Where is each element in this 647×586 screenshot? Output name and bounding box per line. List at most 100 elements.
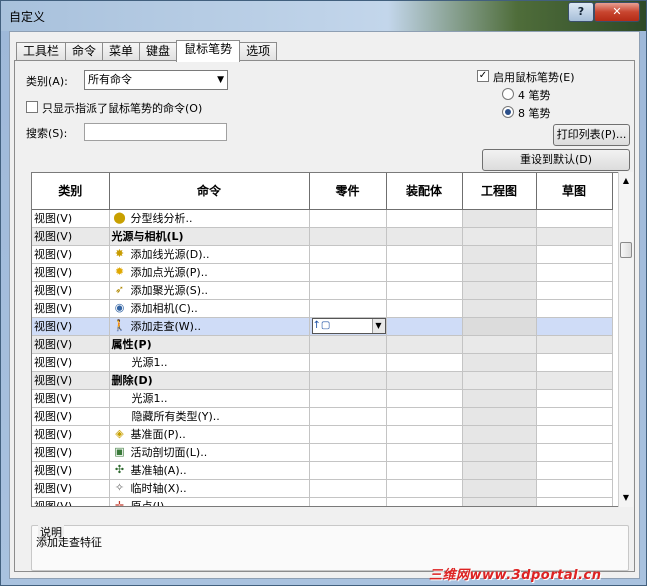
table-row[interactable]: 视图(V) ◈ 基准面(P)..	[32, 425, 613, 444]
gesture-cell-sketch[interactable]	[536, 245, 613, 264]
gesture-cell-part[interactable]	[309, 443, 387, 462]
gesture-cell-assembly[interactable]	[386, 461, 463, 480]
gesture-cell-drawing[interactable]	[462, 443, 537, 462]
gesture-cell-part[interactable]	[309, 209, 387, 228]
only-assigned-checkbox[interactable]	[26, 101, 38, 113]
gesture-cell-part[interactable]	[309, 461, 387, 480]
gesture-cell-sketch[interactable]	[536, 443, 613, 462]
chevron-down-icon[interactable]: ▼	[371, 319, 385, 333]
gesture-cell-part[interactable]	[309, 335, 387, 354]
close-button[interactable]: ✕	[594, 2, 640, 22]
gesture-cell-part[interactable]: ↑▢ ▼	[309, 317, 387, 336]
gesture-cell-part[interactable]	[309, 497, 387, 506]
title-bar[interactable]: 自定义 ? ✕	[1, 1, 646, 31]
column-header-4[interactable]: 工程图	[462, 173, 537, 210]
gesture-cell-part[interactable]	[309, 425, 387, 444]
gesture-cell-sketch[interactable]	[536, 227, 613, 246]
gesture-cell-sketch[interactable]	[536, 335, 613, 354]
tab-0[interactable]: 工具栏	[16, 42, 67, 61]
gesture-cell-assembly[interactable]	[386, 443, 463, 462]
gesture-cell-sketch[interactable]	[536, 317, 613, 336]
table-row[interactable]: 视图(V) 🚶 添加走查(W).. ↑▢ ▼	[32, 317, 613, 336]
gesture-cell-sketch[interactable]	[536, 407, 613, 426]
gesture-cell-assembly[interactable]	[386, 425, 463, 444]
gesture-cell-assembly[interactable]	[386, 497, 463, 506]
scroll-thumb[interactable]	[620, 242, 632, 258]
gesture-cell-drawing[interactable]	[462, 227, 537, 246]
table-row[interactable]: 视图(V) ✛ 原点(I)..	[32, 497, 613, 506]
enable-gestures-checkbox[interactable]: ✓	[477, 70, 489, 82]
gesture-cell-drawing[interactable]	[462, 479, 537, 498]
gesture-cell-assembly[interactable]	[386, 371, 463, 390]
gesture-cell-sketch[interactable]	[536, 281, 613, 300]
eight-gestures-radio[interactable]	[502, 106, 514, 118]
gesture-cell-assembly[interactable]	[386, 281, 463, 300]
table-row[interactable]: 视图(V) ✹ 添加点光源(P)..	[32, 263, 613, 282]
table-row[interactable]: 视图(V) 隐藏所有类型(Y)..	[32, 407, 613, 426]
scroll-up-icon[interactable]: ▲	[619, 174, 633, 188]
gesture-cell-drawing[interactable]	[462, 299, 537, 318]
gesture-cell-drawing[interactable]	[462, 209, 537, 228]
gesture-cell-sketch[interactable]	[536, 299, 613, 318]
gesture-cell-sketch[interactable]	[536, 371, 613, 390]
gesture-select[interactable]: ↑▢ ▼	[311, 318, 385, 334]
gesture-cell-assembly[interactable]	[386, 299, 463, 318]
search-input[interactable]	[84, 123, 227, 141]
gesture-cell-drawing[interactable]	[462, 245, 537, 264]
gesture-cell-part[interactable]	[309, 227, 387, 246]
gesture-cell-sketch[interactable]	[536, 497, 613, 506]
gesture-cell-assembly[interactable]	[386, 263, 463, 282]
gesture-cell-part[interactable]	[309, 245, 387, 264]
gesture-cell-sketch[interactable]	[536, 263, 613, 282]
gesture-cell-drawing[interactable]	[462, 281, 537, 300]
gesture-cell-sketch[interactable]	[536, 209, 613, 228]
gesture-cell-assembly[interactable]	[386, 389, 463, 408]
four-gestures-radio[interactable]	[502, 88, 514, 100]
gesture-cell-drawing[interactable]	[462, 461, 537, 480]
table-row[interactable]: 视图(V) 光源1..	[32, 389, 613, 408]
gesture-cell-drawing[interactable]	[462, 425, 537, 444]
gesture-cell-part[interactable]	[309, 371, 387, 390]
gesture-cell-sketch[interactable]	[536, 425, 613, 444]
table-row[interactable]: 视图(V) ➶ 添加聚光源(S)..	[32, 281, 613, 300]
reset-default-button[interactable]: 重设到默认(D)	[482, 149, 630, 171]
enable-gestures-label[interactable]: 启用鼠标笔势(E)	[493, 69, 575, 85]
table-row[interactable]: 视图(V) 光源与相机(L)	[32, 227, 613, 246]
eight-gestures-label[interactable]: 8 笔势	[518, 105, 551, 121]
gesture-cell-assembly[interactable]	[386, 209, 463, 228]
table-row[interactable]: 视图(V) ✣ 基准轴(A)..	[32, 461, 613, 480]
table-row[interactable]: 视图(V) ▣ 活动剖切面(L)..	[32, 443, 613, 462]
gesture-cell-drawing[interactable]	[462, 371, 537, 390]
gesture-cell-part[interactable]	[309, 299, 387, 318]
gesture-cell-part[interactable]	[309, 479, 387, 498]
column-header-0[interactable]: 类别	[32, 173, 110, 210]
table-row[interactable]: 视图(V) ✧ 临时轴(X)..	[32, 479, 613, 498]
gesture-cell-part[interactable]	[309, 353, 387, 372]
grid-scrollbar[interactable]: ▲ ▼	[618, 172, 633, 507]
tab-2[interactable]: 菜单	[102, 42, 141, 61]
column-header-3[interactable]: 装配体	[386, 173, 463, 210]
gesture-cell-sketch[interactable]	[536, 479, 613, 498]
column-header-2[interactable]: 零件	[309, 173, 387, 210]
tab-1[interactable]: 命令	[65, 42, 104, 61]
gesture-cell-part[interactable]	[309, 281, 387, 300]
table-row[interactable]: 视图(V) 光源1..	[32, 353, 613, 372]
table-row[interactable]: 视图(V) ✸ 添加线光源(D)..	[32, 245, 613, 264]
gesture-cell-drawing[interactable]	[462, 497, 537, 506]
gesture-cell-assembly[interactable]	[386, 227, 463, 246]
gesture-cell-assembly[interactable]	[386, 479, 463, 498]
gesture-cell-assembly[interactable]	[386, 335, 463, 354]
gesture-cell-sketch[interactable]	[536, 389, 613, 408]
gesture-cell-drawing[interactable]	[462, 335, 537, 354]
four-gestures-label[interactable]: 4 笔势	[518, 87, 551, 103]
gesture-cell-part[interactable]	[309, 263, 387, 282]
table-row[interactable]: 视图(V) ◉ 添加相机(C)..	[32, 299, 613, 318]
gesture-cell-part[interactable]	[309, 389, 387, 408]
table-row[interactable]: 视图(V) 删除(D)	[32, 371, 613, 390]
tab-5[interactable]: 选项	[239, 42, 278, 61]
gesture-cell-drawing[interactable]	[462, 407, 537, 426]
table-row[interactable]: 视图(V) 属性(P)	[32, 335, 613, 354]
gesture-cell-assembly[interactable]	[386, 407, 463, 426]
category-select[interactable]: 所有命令 ▼	[84, 70, 228, 90]
tab-4[interactable]: 鼠标笔势	[176, 40, 241, 62]
